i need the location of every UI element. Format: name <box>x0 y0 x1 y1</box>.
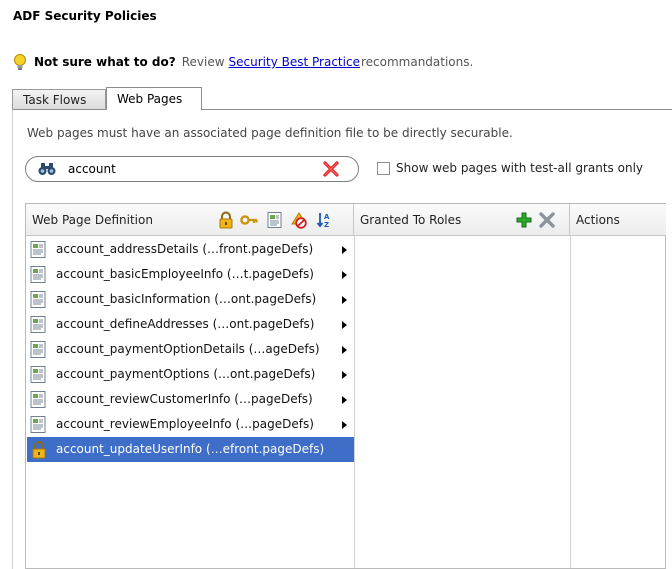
table-row[interactable]: account_addressDetails (…front.pageDefs) <box>26 237 354 262</box>
expand-arrow-icon[interactable] <box>342 321 347 329</box>
row-label: account_paymentOptionDetails (…ageDefs) <box>56 342 320 356</box>
test-all-filter[interactable]: Show web pages with test-all grants only <box>377 161 643 175</box>
binoculars-icon <box>38 163 56 175</box>
expand-arrow-icon[interactable] <box>342 246 347 254</box>
column-label-definition: Web Page Definition <box>32 213 153 227</box>
hint-strong: Not sure what to do? <box>34 55 176 69</box>
page-title: ADF Security Policies <box>13 9 157 23</box>
table-row[interactable]: account_reviewCustomerInfo (…pageDefs) <box>26 387 354 412</box>
hint-pre: Review <box>181 55 225 69</box>
page-def-icon <box>30 416 46 433</box>
key-icon[interactable] <box>240 211 258 229</box>
policies-table: Web Page Definition A Z Granted To Roles <box>25 203 666 569</box>
expand-arrow-icon[interactable] <box>342 271 347 279</box>
test-all-checkbox[interactable] <box>377 161 390 175</box>
table-row[interactable]: account_basicInformation (…ont.pageDefs) <box>26 287 354 312</box>
row-label: account_updateUserInfo (…efront.pageDefs… <box>56 442 325 456</box>
row-label: account_basicEmployeeInfo (…t.pageDefs) <box>56 267 314 281</box>
svg-text:A: A <box>324 213 330 221</box>
row-label: account_reviewCustomerInfo (…pageDefs) <box>56 392 313 406</box>
table-row[interactable]: account_reviewEmployeeInfo (…pageDefs) <box>26 412 354 437</box>
svg-text:Z: Z <box>324 221 329 229</box>
add-role-icon[interactable] <box>515 211 533 229</box>
table-row[interactable]: account_defineAddresses (…ont.pageDefs) <box>26 312 354 337</box>
description-text: Web pages must have an associated page d… <box>27 126 513 140</box>
page-def-icon <box>30 366 46 383</box>
tab-task-flows[interactable]: Task Flows <box>12 89 106 109</box>
clear-search-icon[interactable] <box>322 161 340 177</box>
table-row[interactable]: account_updateUserInfo (…efront.pageDefs… <box>27 437 354 462</box>
page-definition-icon[interactable] <box>266 211 284 229</box>
column-header-actions: Actions <box>570 204 666 236</box>
hint-bar: Not sure what to do? Review Security Bes… <box>12 53 473 71</box>
table-row[interactable]: account_basicEmployeeInfo (…t.pageDefs) <box>26 262 354 287</box>
hint-post: recommandations. <box>360 55 474 69</box>
page-def-icon <box>30 316 46 333</box>
table-row[interactable]: account_paymentOptions (…ont.pageDefs) <box>26 362 354 387</box>
expand-arrow-icon[interactable] <box>342 296 347 304</box>
column-header-definition: Web Page Definition A Z <box>26 204 354 236</box>
expand-arrow-icon[interactable] <box>342 371 347 379</box>
column-label-roles: Granted To Roles <box>360 213 462 227</box>
table-row[interactable]: account_paymentOptionDetails (…ageDefs) <box>26 337 354 362</box>
lock-icon[interactable] <box>217 211 235 229</box>
search-box <box>25 156 359 182</box>
page-def-icon <box>30 266 46 283</box>
page-def-icon <box>30 291 46 308</box>
expand-arrow-icon[interactable] <box>342 396 347 404</box>
lightbulb-icon <box>14 54 26 70</box>
column-divider <box>570 236 571 568</box>
test-all-label: Show web pages with test-all grants only <box>396 161 644 175</box>
web-page-list: account_addressDetails (…front.pageDefs)… <box>26 237 354 462</box>
lock-icon <box>32 441 46 459</box>
page-def-icon <box>30 391 46 408</box>
column-divider <box>354 236 355 568</box>
column-label-actions: Actions <box>576 213 620 227</box>
row-label: account_defineAddresses (…ont.pageDefs) <box>56 317 315 331</box>
security-best-practice-link[interactable]: Security Best Practice <box>229 55 360 69</box>
row-label: account_paymentOptions (…ont.pageDefs) <box>56 367 316 381</box>
row-label: account_addressDetails (…front.pageDefs) <box>56 242 314 256</box>
sort-az-icon[interactable]: A Z <box>316 211 334 229</box>
page-def-icon <box>30 241 46 258</box>
expand-arrow-icon[interactable] <box>342 421 347 429</box>
revoke-grant-icon[interactable] <box>290 211 308 229</box>
tab-web-pages[interactable]: Web Pages <box>106 87 202 110</box>
expand-arrow-icon[interactable] <box>342 346 347 354</box>
row-label: account_basicInformation (…ont.pageDefs) <box>56 292 317 306</box>
column-header-roles: Granted To Roles <box>354 204 570 236</box>
search-input[interactable] <box>68 161 308 177</box>
remove-role-icon[interactable] <box>538 211 556 229</box>
page-def-icon <box>30 341 46 358</box>
row-label: account_reviewEmployeeInfo (…pageDefs) <box>56 417 314 431</box>
